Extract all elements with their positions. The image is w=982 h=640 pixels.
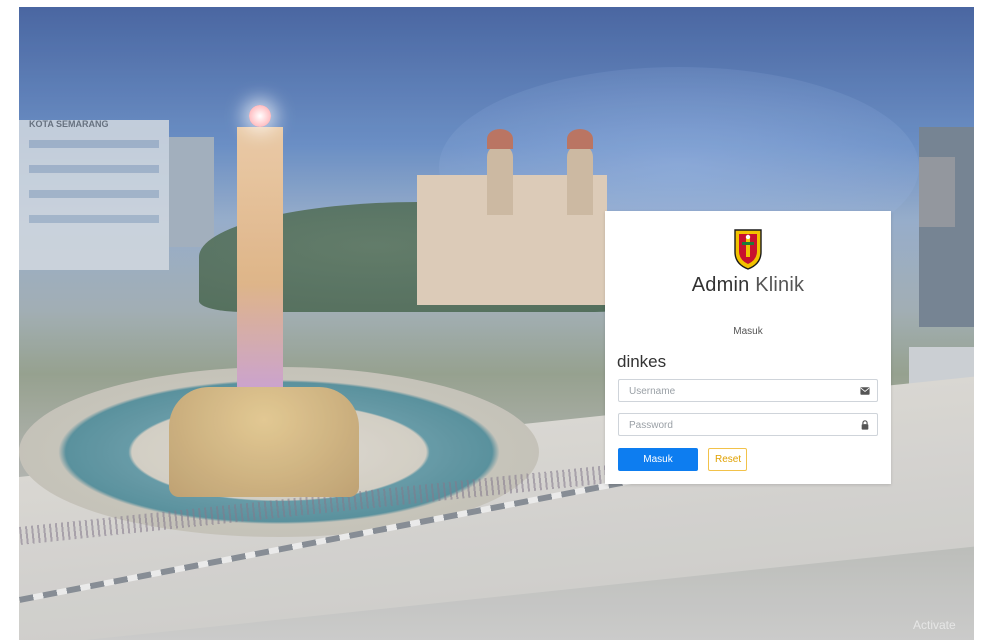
kota-semarang-crest-icon (734, 229, 762, 270)
username-input[interactable] (627, 380, 856, 403)
login-subtitle: Masuk (733, 326, 763, 337)
reset-button[interactable]: Reset (708, 448, 747, 471)
login-card: Admin Klinik Masuk dinkes Masuk Reset (605, 211, 891, 484)
agency-label: dinkes (617, 352, 667, 371)
activate-watermark: Activate (913, 618, 956, 632)
envelope-icon (860, 387, 870, 395)
lock-icon (861, 420, 869, 430)
password-field (618, 413, 878, 437)
page-title: Admin Klinik (605, 274, 891, 297)
password-input[interactable] (627, 414, 856, 437)
login-button[interactable]: Masuk (618, 448, 698, 471)
title-light: Klinik (755, 274, 805, 296)
title-bold: Admin (691, 274, 750, 296)
username-field (618, 379, 878, 403)
